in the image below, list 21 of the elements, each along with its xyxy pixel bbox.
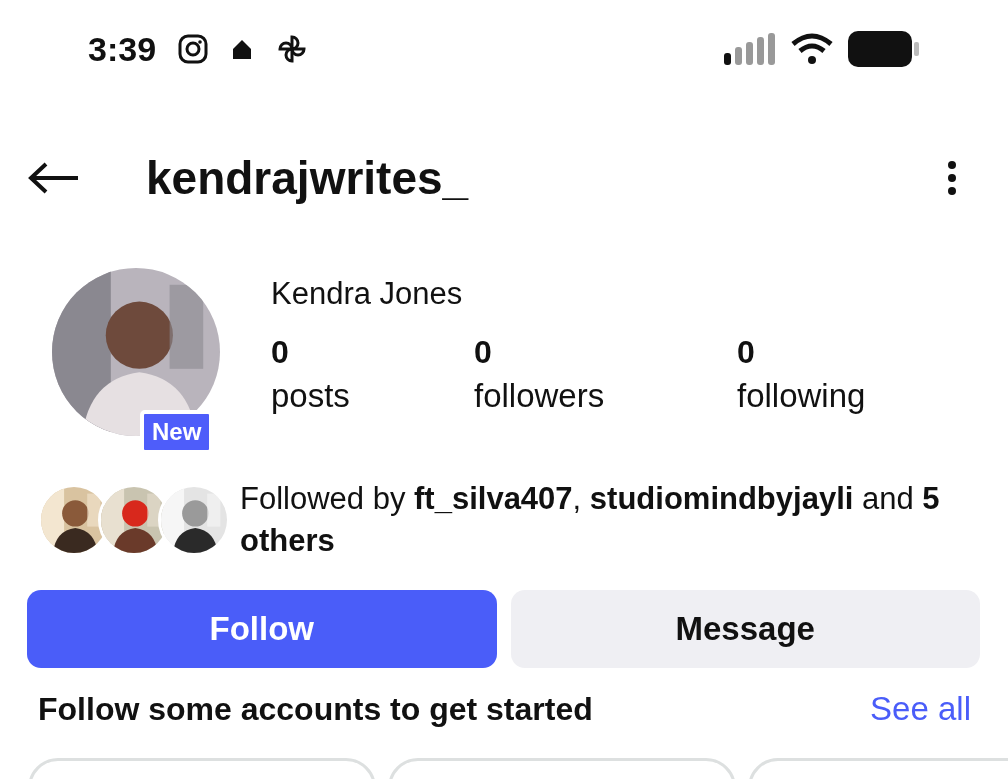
followed-by-text[interactable]: Followed by ft_silva407, studiomindbyjayli and 5 others bbox=[240, 478, 940, 562]
signal-icon bbox=[724, 33, 776, 65]
stat-count[interactable]: 0 bbox=[271, 334, 474, 371]
more-options-icon[interactable] bbox=[946, 160, 958, 196]
stat-label[interactable]: followers bbox=[474, 377, 737, 415]
profile-username: kendrajwrites_ bbox=[146, 151, 470, 205]
suggestions-heading: Follow some accounts to get started bbox=[38, 690, 593, 728]
stat-label[interactable]: posts bbox=[271, 377, 474, 415]
see-all-link[interactable]: See all bbox=[870, 690, 971, 728]
wifi-icon bbox=[790, 33, 834, 65]
message-button[interactable]: Message bbox=[510, 590, 980, 668]
status-time: 3:39 bbox=[88, 29, 157, 69]
camera-icon bbox=[178, 34, 209, 64]
stat-count[interactable]: 0 bbox=[737, 334, 866, 371]
stat-label[interactable]: following bbox=[737, 377, 866, 415]
pinwheel-icon bbox=[276, 33, 309, 65]
back-arrow-icon[interactable] bbox=[28, 161, 80, 195]
battery-icon bbox=[848, 31, 920, 67]
stat-count[interactable]: 0 bbox=[474, 334, 737, 371]
profile-name: Kendra Jones bbox=[271, 276, 464, 312]
follow-button[interactable]: Follow bbox=[27, 590, 497, 668]
